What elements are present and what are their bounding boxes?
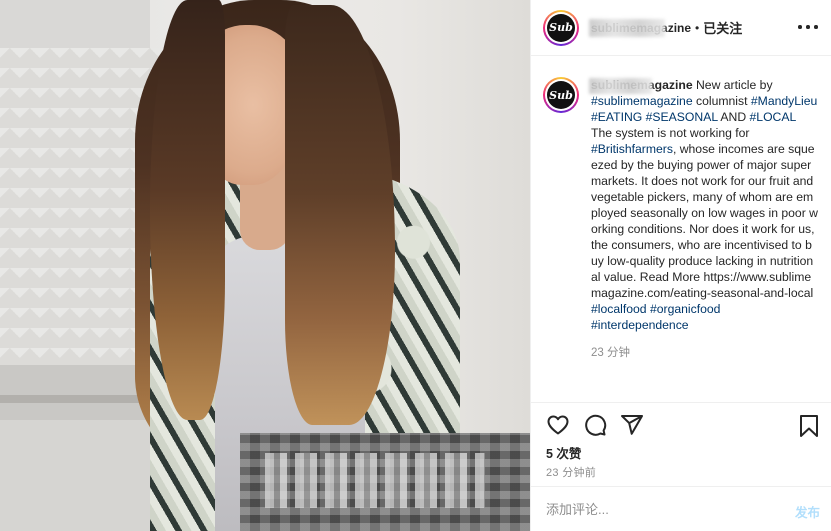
- post-photo[interactable]: [0, 0, 530, 531]
- comment-icon[interactable]: [583, 413, 607, 437]
- hashtag-localfood[interactable]: #localfood: [591, 302, 647, 316]
- photo-bg-cabinet: [0, 0, 150, 48]
- caption-text-part2: , whose incomes are squeezed by the buyi…: [591, 142, 818, 300]
- caption-text: sublimemagazine New article by #sublimem…: [589, 77, 818, 402]
- share-icon[interactable]: [620, 413, 644, 437]
- hashtag-link[interactable]: #sublimemagazine: [591, 94, 693, 108]
- hashtag-interdependence[interactable]: #interdependence: [591, 318, 689, 332]
- caption-avatar-logo: Sub: [547, 81, 575, 109]
- photo-bg-counter-edge: [0, 395, 160, 403]
- separator-dot: •: [695, 20, 700, 35]
- hashtag-britishfarmers[interactable]: #Britishfarmers: [591, 142, 673, 156]
- hashtag-local[interactable]: #LOCAL: [750, 110, 796, 124]
- comment-input[interactable]: [546, 501, 756, 517]
- heart-icon[interactable]: [546, 413, 570, 437]
- bookmark-icon[interactable]: [798, 414, 820, 438]
- post-comment-button[interactable]: 发布: [795, 502, 820, 521]
- comment-bar: 发布: [531, 486, 831, 531]
- username-blur-mask: [589, 18, 666, 37]
- post-header: Sub sublimemagazine • 已关注: [531, 0, 831, 56]
- following-button[interactable]: 已关注: [703, 18, 742, 37]
- caption-and: AND: [720, 110, 747, 124]
- hashtag-organicfood[interactable]: #organicfood: [650, 302, 720, 316]
- more-icon[interactable]: [798, 20, 818, 34]
- caption-text-part1: The system is not working for: [591, 126, 750, 140]
- header-name-row: sublimemagazine • 已关注: [589, 18, 742, 37]
- caption-avatar[interactable]: Sub: [543, 77, 579, 113]
- avatar-logo: Sub: [547, 13, 575, 42]
- photo-bg-lower-cabinet: [0, 420, 150, 531]
- caption-username-blur-mask: [589, 78, 652, 94]
- hashtag-mandylieu[interactable]: #MandyLieu: [751, 94, 817, 108]
- caption-columnist: columnist: [696, 94, 748, 108]
- caption-timestamp[interactable]: 23 分钟: [591, 345, 818, 361]
- hashtag-seasonal[interactable]: #SEASONAL: [646, 110, 718, 124]
- caption-intro: New article by: [696, 78, 773, 92]
- caption-area: Sub sublimemagazine New article by #subl…: [531, 57, 831, 402]
- photo-hair-left: [150, 0, 225, 420]
- action-bar: [531, 402, 831, 446]
- post-side-panel: Sub sublimemagazine • 已关注 Sub sublimemag…: [530, 0, 831, 531]
- post-timestamp[interactable]: 23 分钟前: [546, 464, 596, 480]
- pixelated-watermark: [240, 433, 530, 531]
- avatar[interactable]: Sub: [543, 9, 579, 46]
- like-count[interactable]: 5 次赞: [546, 443, 581, 462]
- caption-username[interactable]: sublimemagazine: [589, 78, 693, 94]
- hashtag-eating[interactable]: #EATING: [591, 110, 642, 124]
- username-link[interactable]: sublimemagazine: [589, 18, 691, 37]
